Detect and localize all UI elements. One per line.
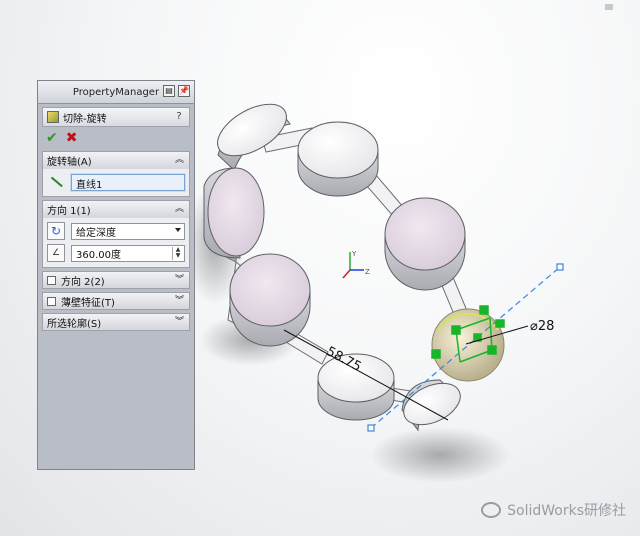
direction2-group[interactable]: 方向 2(2) ︾	[42, 271, 190, 289]
cut-revolve-icon	[47, 111, 59, 123]
revolve-preview-sphere	[431, 308, 505, 382]
ring-discs	[203, 103, 466, 432]
angle-icon: ∠	[47, 244, 65, 262]
feature-name: 切除-旋转	[63, 113, 107, 125]
direction1-header[interactable]: 方向 1(1) ︽	[43, 201, 189, 218]
wechat-logo-icon	[481, 502, 502, 518]
angle-spinner[interactable]: ▲ ▼	[172, 246, 183, 260]
ok-check-icon[interactable]: ✔	[46, 130, 58, 146]
property-manager-header: PropertyManager ▤ 📌	[38, 81, 194, 104]
rotation-axis-header[interactable]: 旋转轴(A) ︽	[43, 152, 189, 169]
watermark: SolidWorks研修社	[481, 500, 626, 520]
svg-text:⌀28: ⌀28	[530, 319, 554, 334]
rotation-axis-group: 旋转轴(A) ︽ 直线1	[42, 151, 190, 197]
thin-feature-checkbox[interactable]	[47, 296, 56, 306]
feature-title-bar: 切除-旋转 ?	[42, 107, 190, 127]
expand-chevron-icon[interactable]: ︾	[175, 316, 184, 328]
property-manager-title: PropertyManager	[72, 86, 160, 98]
svg-text:Z: Z	[365, 268, 370, 276]
selected-contours-group[interactable]: 所选轮廓(S) ︾	[42, 313, 190, 331]
angle-input[interactable]: 360.00度 ▲ ▼	[71, 244, 185, 262]
direction1-group: 方向 1(1) ︽ ↻ 给定深度 ∠ 360.00度 ▲ ▼	[42, 200, 190, 268]
expand-chevron-icon[interactable]: ︾	[175, 274, 184, 286]
property-manager-panel: PropertyManager ▤ 📌 切除-旋转 ? ✔ ✖ 旋转轴(A) ︽…	[37, 80, 195, 470]
confirm-row: ✔ ✖	[42, 128, 190, 148]
origin-triad-icon: Y Z	[342, 250, 370, 279]
pin-icon[interactable]: 📌	[178, 85, 190, 97]
chevron-down-icon	[175, 227, 181, 232]
reverse-direction-icon[interactable]: ↻	[47, 222, 65, 240]
svg-text:Y: Y	[351, 250, 357, 258]
direction2-checkbox[interactable]	[47, 275, 56, 285]
thin-feature-group[interactable]: 薄壁特征(T) ︾	[42, 292, 190, 310]
end-condition-select[interactable]: 给定深度	[71, 222, 185, 240]
collapse-chevron-icon[interactable]: ︽	[175, 154, 184, 166]
collapse-chevron-icon[interactable]: ︽	[175, 203, 184, 215]
panel-options-icon[interactable]: ▤	[163, 85, 175, 97]
top-right-view-marker	[605, 4, 613, 10]
expand-chevron-icon[interactable]: ︾	[175, 295, 184, 307]
help-icon[interactable]: ?	[173, 111, 185, 123]
rotation-axis-field[interactable]: 直线1	[70, 172, 186, 192]
cancel-x-icon[interactable]: ✖	[66, 130, 78, 146]
revolve-axis-line[interactable]	[367, 263, 564, 432]
axis-line-icon	[47, 173, 65, 191]
